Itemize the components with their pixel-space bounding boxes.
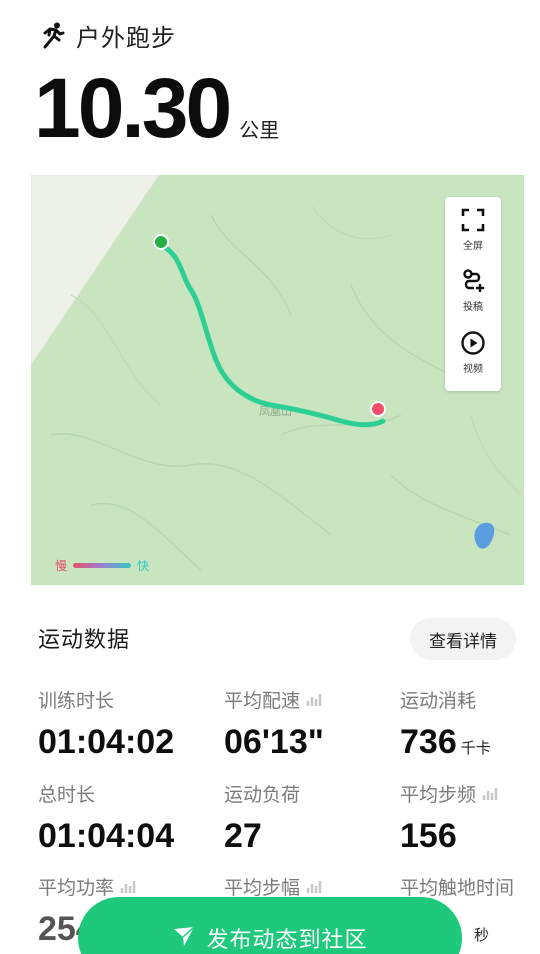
stat-average-pace[interactable]: 平均配速 06'13" [224, 686, 324, 762]
pace-gradient-bar [73, 563, 132, 568]
distance-display: 10.30 公里 [34, 66, 279, 150]
play-video-icon [461, 330, 485, 355]
publish-to-community-button[interactable]: 发布动态到社区 [78, 897, 462, 954]
chart-icon [120, 880, 136, 893]
fullscreen-label: 全屏 [463, 241, 483, 252]
publish-button-label: 发布动态到社区 [206, 928, 368, 953]
stat-training-duration: 训练时长 01:04:02 [38, 686, 174, 762]
lake-shape [474, 522, 495, 549]
legend-slow-label: 慢 [55, 559, 68, 573]
map-toolbar: 全屏 投稿 视频 [445, 197, 501, 391]
chart-icon [482, 787, 498, 800]
activity-type-title: 户外跑步 [76, 23, 176, 52]
pace-legend: 慢 快 [55, 557, 149, 574]
stat-label: 总时长 [38, 784, 96, 806]
stat-value: 156 [400, 817, 457, 855]
stat-label: 平均触地时间 [400, 877, 515, 899]
start-marker [153, 234, 169, 250]
route-post-icon [463, 269, 484, 293]
stat-value: 27 [224, 817, 262, 855]
distance-value: 10.30 [34, 61, 232, 155]
video-label: 视频 [463, 363, 483, 375]
chart-icon [306, 693, 322, 706]
stat-label: 运动负荷 [224, 784, 301, 806]
distance-unit: 公里 [239, 118, 280, 142]
fullscreen-button[interactable]: 全屏 [445, 207, 501, 268]
stat-total-duration: 总时长 01:04:04 [38, 780, 174, 856]
stat-label: 平均步频 [400, 784, 477, 806]
end-marker [370, 401, 386, 417]
stat-label: 平均配速 [224, 690, 301, 712]
stat-value: 736 [400, 723, 457, 761]
legend-fast-label: 快 [137, 559, 150, 573]
stat-calories: 运动消耗 736 千卡 [400, 686, 491, 762]
stat-label: 训练时长 [38, 690, 115, 712]
route-map[interactable]: 凤凰山 全屏 投稿 视频 慢 快 [31, 175, 524, 585]
stat-average-cadence[interactable]: 平均步频 156 [400, 780, 500, 856]
stat-unit: 千卡 [460, 739, 491, 757]
header: 户外跑步 [38, 18, 176, 52]
stat-value: 01:04:04 [38, 817, 175, 855]
stat-label: 运动消耗 [400, 690, 477, 712]
send-arrow-icon [174, 926, 195, 946]
stat-value: 01:04:02 [38, 723, 175, 761]
video-button[interactable]: 视频 [445, 330, 501, 391]
running-icon [43, 22, 65, 49]
stat-label: 平均步幅 [224, 877, 301, 899]
fullscreen-icon [461, 208, 485, 232]
stat-value: 06'13" [224, 723, 324, 761]
stat-training-load: 运动负荷 27 [224, 780, 300, 856]
chart-icon [306, 880, 322, 893]
stat-unit: 秒 [474, 926, 490, 944]
post-route-label: 投稿 [463, 302, 483, 314]
post-route-button[interactable]: 投稿 [445, 268, 501, 329]
route-line [158, 242, 386, 428]
view-details-button[interactable]: 查看详情 [410, 618, 516, 660]
stat-label: 平均功率 [38, 877, 115, 899]
section-title: 运动数据 [38, 628, 131, 653]
stat-average-stride[interactable]: 平均步幅 [224, 873, 324, 900]
